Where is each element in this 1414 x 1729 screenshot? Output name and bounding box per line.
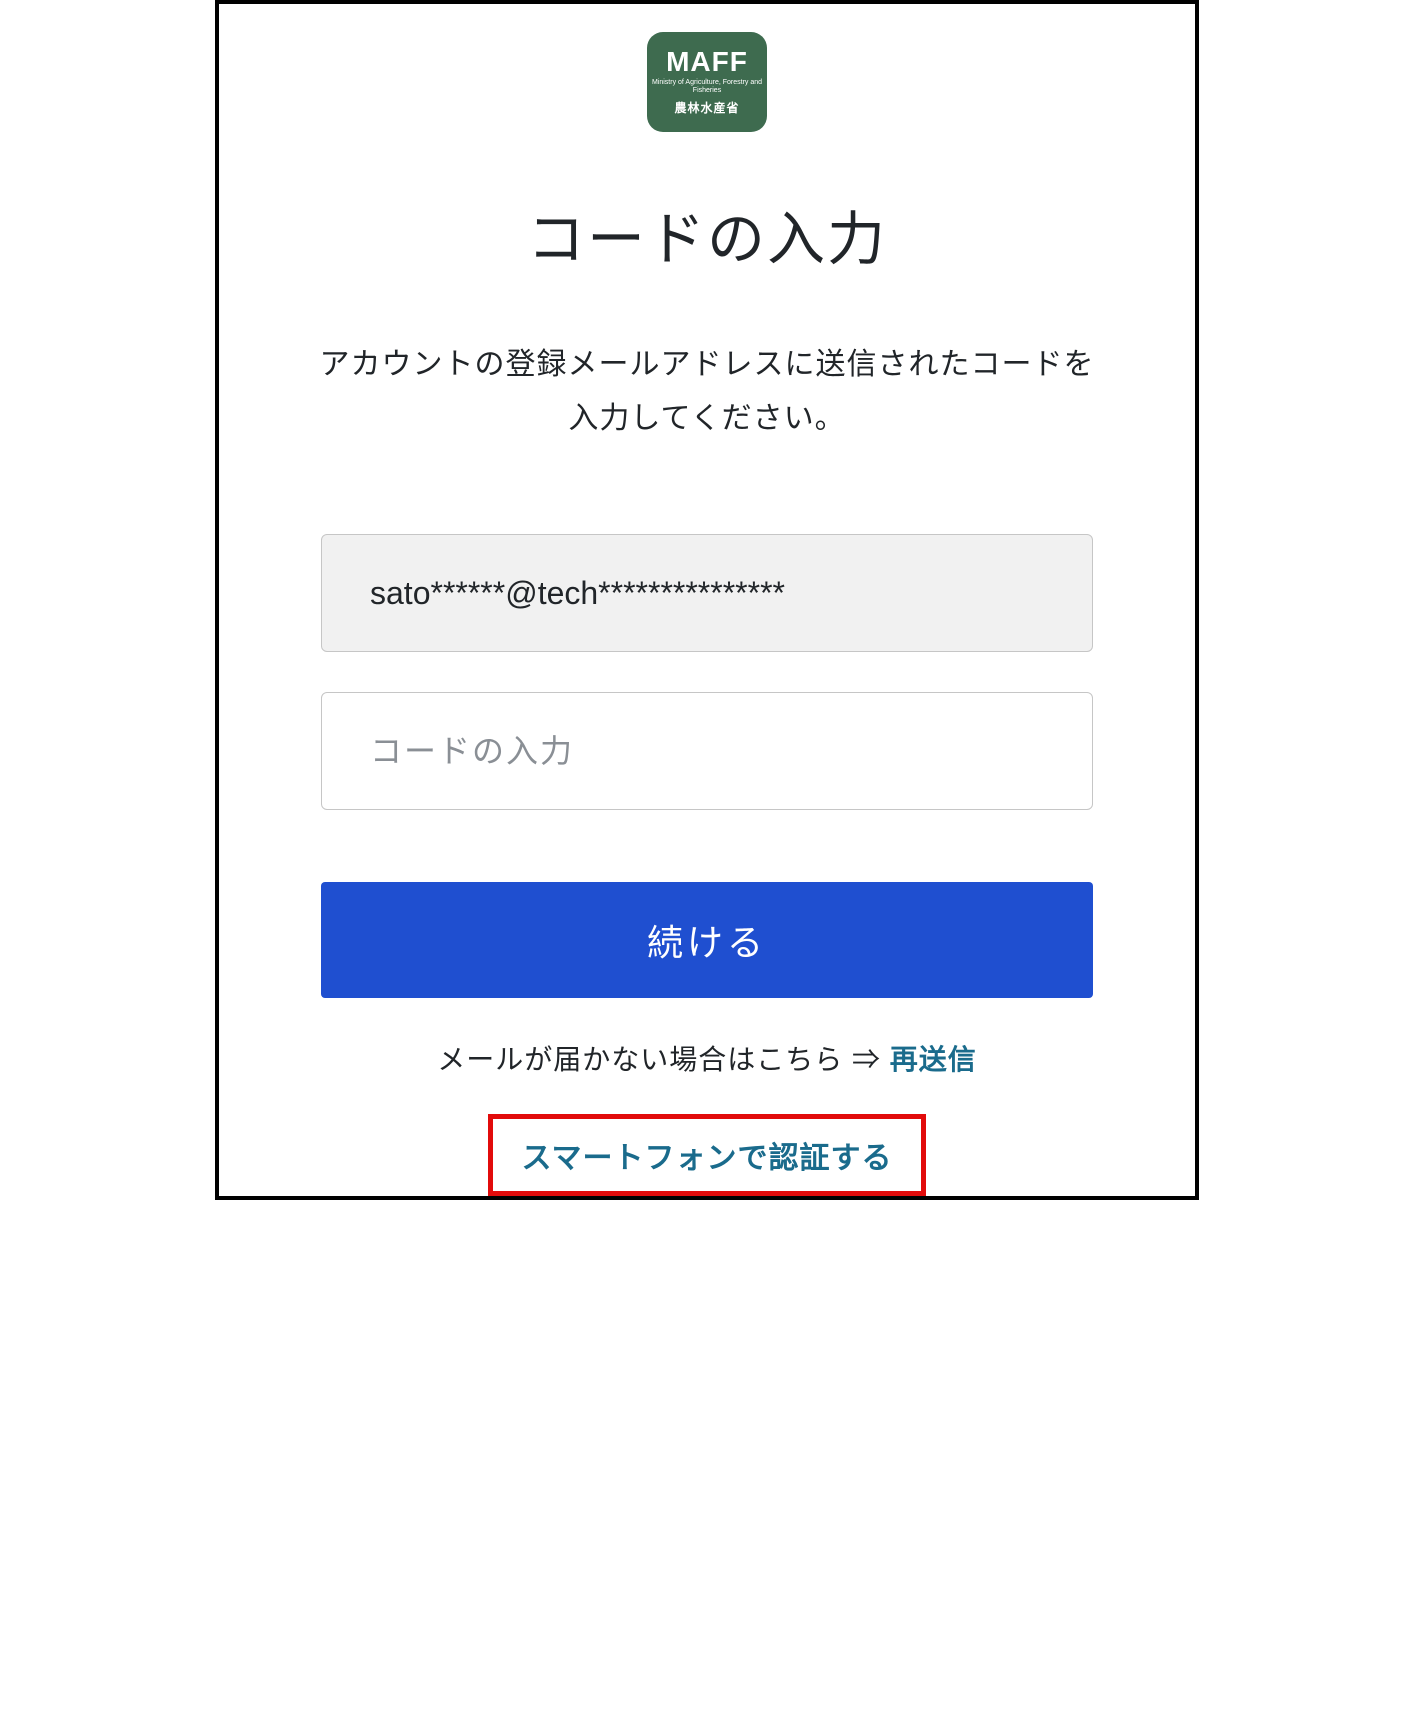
instruction-text: アカウントの登録メールアドレスに送信されたコードを入力してください。	[219, 338, 1195, 446]
continue-button[interactable]: 続ける	[321, 882, 1093, 998]
resend-link[interactable]: 再送信	[890, 1044, 977, 1075]
page-title: コードの入力	[527, 192, 887, 276]
email-display: sato******@tech***************	[321, 534, 1093, 652]
form-area: sato******@tech*************** 続ける	[219, 534, 1195, 998]
smartphone-auth-highlight: スマートフォンで認証する	[488, 1114, 925, 1196]
maff-logo: MAFF Ministry of Agriculture, Forestry a…	[647, 32, 767, 132]
resend-row: メールが届かない場合はこちら ⇒ 再送信	[437, 1038, 977, 1078]
code-input[interactable]	[321, 692, 1093, 810]
auth-code-panel: MAFF Ministry of Agriculture, Forestry a…	[215, 0, 1199, 1200]
logo-text-sub2: 農林水産省	[674, 99, 739, 116]
logo-text-main: MAFF	[666, 48, 748, 76]
logo-text-sub1: Ministry of Agriculture, Forestry and Fi…	[647, 79, 767, 94]
smartphone-auth-link[interactable]: スマートフォンで認証する	[521, 1142, 892, 1175]
resend-prefix: メールが届かない場合はこちら ⇒	[437, 1044, 890, 1075]
